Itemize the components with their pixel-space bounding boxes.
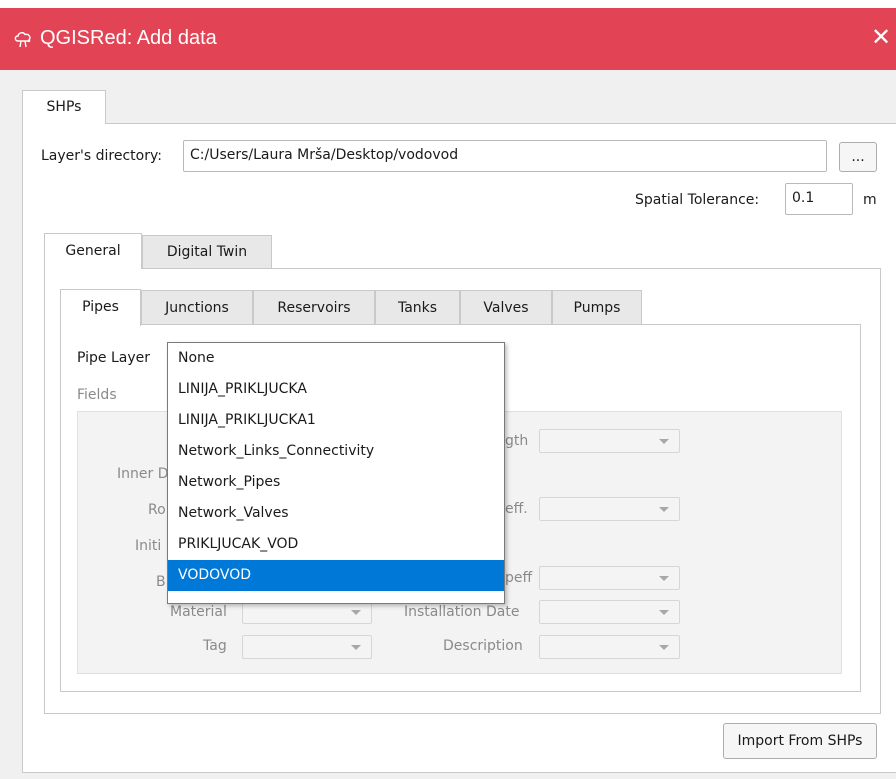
tag-combo[interactable] <box>242 635 372 659</box>
installation-date-label: Installation Date <box>404 604 520 620</box>
bulk-coeff-label: B <box>156 574 166 590</box>
installation-date-combo[interactable] <box>539 600 680 624</box>
minor-loss-coeff-label: eff. <box>505 501 528 517</box>
tab-reservoirs[interactable]: Reservoirs <box>253 290 375 324</box>
dropdown-option[interactable]: Network_Links_Connectivity <box>168 436 504 467</box>
dropdown-option-selected[interactable]: VODOVOD <box>168 560 504 591</box>
tab-label: Junctions <box>165 300 229 316</box>
tab-label: Pumps <box>573 300 621 316</box>
length-combo[interactable] <box>539 429 680 453</box>
chevron-down-icon <box>659 576 669 581</box>
spatial-tolerance-label: Spatial Tolerance: <box>635 192 760 208</box>
description-label: Description <box>443 638 523 654</box>
tab-label: Pipes <box>82 299 119 315</box>
tab-label: General <box>65 243 121 259</box>
wall-coeff-combo[interactable] <box>539 566 680 590</box>
tag-label: Tag <box>203 638 227 654</box>
tab-junctions[interactable]: Junctions <box>141 290 253 324</box>
tab-valves[interactable]: Valves <box>460 290 552 324</box>
tab-tanks[interactable]: Tanks <box>375 290 460 324</box>
dropdown-option[interactable]: PRIKLJUCAK_VOD <box>168 529 504 560</box>
qgisred-cloud-icon <box>14 32 31 48</box>
pipe-layer-dropdown[interactable]: None LINIJA_PRIKLJUCKA LINIJA_PRIKLJUCKA… <box>167 342 505 604</box>
close-icon[interactable]: ✕ <box>868 24 894 50</box>
tab-label: Reservoirs <box>277 300 351 316</box>
tab-label: Valves <box>483 300 529 316</box>
chevron-down-icon <box>351 645 361 650</box>
import-from-shps-button[interactable]: Import From SHPs <box>723 723 877 759</box>
roughness-label: Ro <box>148 502 166 518</box>
layer-directory-field[interactable]: C:/Users/Laura Mrša/Desktop/vodovod <box>183 140 827 172</box>
tab-pipes[interactable]: Pipes <box>60 289 141 326</box>
fields-label: Fields <box>77 387 117 403</box>
tab-general[interactable]: General <box>44 233 142 269</box>
initial-status-label: Initi <box>135 538 162 554</box>
tab-label: Digital Twin <box>166 244 248 260</box>
material-label: Material <box>170 604 227 620</box>
window-title: QGISRed: Add data <box>40 27 217 49</box>
dropdown-option[interactable]: LINIJA_PRIKLJUCKA1 <box>168 405 504 436</box>
chevron-down-icon <box>659 645 669 650</box>
wall-coeff-label: peff <box>505 570 533 586</box>
chevron-down-icon <box>659 439 669 444</box>
pipe-layer-label: Pipe Layer <box>77 350 151 366</box>
chevron-down-icon <box>351 610 361 615</box>
browse-button[interactable]: ... <box>839 142 877 172</box>
tab-pumps[interactable]: Pumps <box>552 290 642 324</box>
chevron-down-icon <box>659 610 669 615</box>
chevron-down-icon <box>659 507 669 512</box>
tolerance-unit: m <box>863 192 877 208</box>
tab-shps[interactable]: SHPs <box>22 90 106 124</box>
dropdown-option[interactable]: Network_Valves <box>168 498 504 529</box>
tab-label: Tanks <box>397 300 438 316</box>
dropdown-option[interactable]: LINIJA_PRIKLJUCKA <box>168 374 504 405</box>
inner-diameter-label: Inner D <box>117 466 169 482</box>
minor-loss-combo[interactable] <box>539 497 680 521</box>
dropdown-option[interactable]: Network_Pipes <box>168 467 504 498</box>
tab-digital-twin[interactable]: Digital Twin <box>142 235 272 268</box>
spatial-tolerance-field[interactable]: 0.1 <box>785 183 853 215</box>
layer-directory-label: Layer's directory: <box>41 148 162 164</box>
length-label: gth <box>505 433 529 449</box>
tab-label: SHPs <box>46 99 82 115</box>
description-combo[interactable] <box>539 635 680 659</box>
dropdown-option[interactable]: None <box>168 343 504 374</box>
title-bar: QGISRed: Add data ✕ <box>0 8 896 70</box>
